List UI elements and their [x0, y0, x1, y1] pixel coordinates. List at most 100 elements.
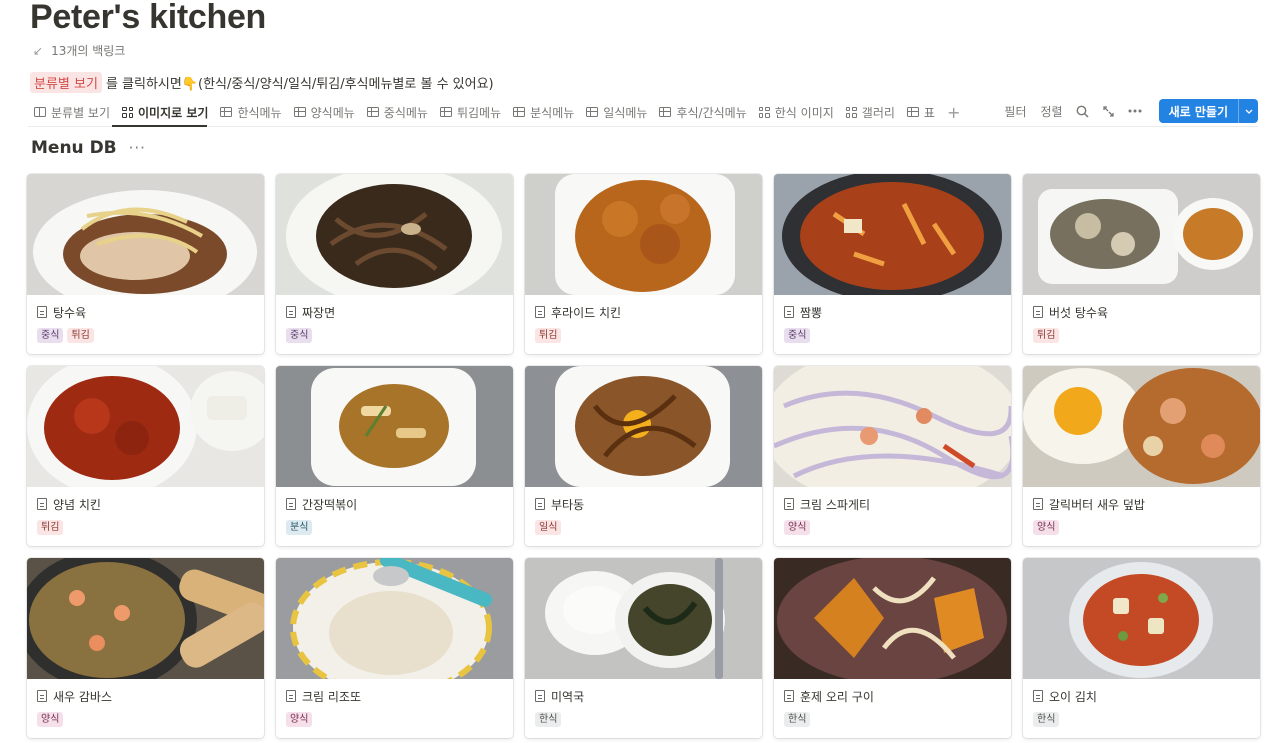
- gallery-grid: 탕수육 중식 튀김 짜장면 중식 후라이드 치킨 튀김 짬뽕 중식 버섯 탕수육 튀김 양념 치킨 튀김…: [27, 174, 1260, 738]
- card-title[interactable]: 새우 감바스: [37, 688, 254, 704]
- card-title[interactable]: 크림 스파게티: [784, 496, 1001, 512]
- card-title-text: 후라이드 치킨: [551, 305, 622, 320]
- tab-snack-menu[interactable]: 분식메뉴: [507, 98, 580, 126]
- card-title-text: 양념 치킨: [53, 497, 101, 512]
- table-icon: [439, 107, 452, 117]
- view-toolbar: 필터 정렬 새로 만들기: [1002, 99, 1258, 123]
- tabs-divider: [28, 126, 1258, 127]
- page-description: 분류별 보기 를 클릭하시면👇(한식/중식/양식/일식/튀김/후식메뉴별로 볼 …: [30, 72, 494, 93]
- card-image: [27, 174, 264, 295]
- card-tags: 양식: [1033, 520, 1250, 535]
- table-icon: [659, 107, 672, 117]
- backlinks-label: 13개의 백링크: [51, 44, 126, 58]
- gallery-card[interactable]: 훈제 오리 구이 한식: [774, 558, 1011, 738]
- page-icon: [535, 306, 545, 318]
- active-tab-underline: [112, 125, 207, 127]
- gallery-card[interactable]: 짜장면 중식: [276, 174, 513, 354]
- card-body: 크림 리조또양식: [276, 679, 513, 727]
- tab-korean-images[interactable]: 한식 이미지: [753, 98, 840, 126]
- tab-label: 양식메뉴: [310, 105, 355, 120]
- table-icon: [366, 107, 379, 117]
- tab-korean-menu[interactable]: 한식메뉴: [214, 98, 287, 126]
- chevron-down-icon[interactable]: [1238, 99, 1258, 123]
- tag-badge: 튀김: [67, 328, 94, 343]
- page-icon: [1033, 690, 1043, 702]
- card-title[interactable]: 버섯 탕수육: [1033, 304, 1250, 320]
- tab-category-view[interactable]: 분류별 보기: [28, 98, 116, 126]
- page-icon: [37, 690, 47, 702]
- card-title[interactable]: 훈제 오리 구이: [784, 688, 1001, 704]
- tab-label: 한식 이미지: [774, 105, 834, 120]
- filter-button[interactable]: 필터: [1002, 103, 1028, 120]
- card-title-text: 크림 리조또: [302, 689, 362, 704]
- tab-fried-menu[interactable]: 튀김메뉴: [434, 98, 507, 126]
- view-tabs: 분류별 보기 이미지로 보기 한식메뉴 양식메뉴 중식메뉴 튀김메뉴 분식메뉴 …: [28, 98, 966, 126]
- card-title[interactable]: 간장떡볶이: [286, 496, 503, 512]
- gallery-card[interactable]: 새우 감바스 양식: [27, 558, 264, 738]
- card-body: 양념 치킨튀김: [27, 487, 264, 535]
- expand-icon[interactable]: [1101, 103, 1117, 119]
- card-image: [276, 174, 513, 295]
- card-title-text: 훈제 오리 구이: [800, 689, 874, 704]
- card-body: 짬뽕중식: [774, 295, 1011, 343]
- page-icon: [286, 498, 296, 510]
- gallery-card[interactable]: 양념 치킨튀김: [27, 366, 264, 546]
- database-more-icon[interactable]: ···: [129, 139, 146, 157]
- tab-label: 갤러리: [861, 105, 895, 120]
- card-tags: 중식: [784, 328, 1001, 343]
- tab-label: 중식메뉴: [383, 105, 428, 120]
- card-title[interactable]: 짬뽕: [784, 304, 1001, 320]
- gallery-card[interactable]: 간장떡볶이 분식: [276, 366, 513, 546]
- page-title: Peter's kitchen: [30, 0, 267, 36]
- card-body: 버섯 탕수육 튀김: [1023, 295, 1260, 343]
- gallery-card[interactable]: 갈릭버터 새우 덮밥양식: [1023, 366, 1260, 546]
- card-title[interactable]: 갈릭버터 새우 덮밥: [1033, 496, 1250, 512]
- table-icon: [906, 107, 919, 117]
- more-options-icon[interactable]: [1127, 103, 1143, 119]
- card-title[interactable]: 탕수육: [37, 304, 254, 320]
- gallery-card[interactable]: 탕수육중식 튀김: [27, 174, 264, 354]
- card-title-text: 짬뽕: [800, 305, 823, 320]
- card-title[interactable]: 짜장면: [286, 304, 503, 320]
- card-title[interactable]: 부타동: [535, 496, 752, 512]
- table-icon: [586, 107, 599, 117]
- tab-image-view[interactable]: 이미지로 보기: [116, 98, 214, 126]
- page-icon: [1033, 306, 1043, 318]
- gallery-icon: [845, 106, 857, 118]
- card-title[interactable]: 오이 김치: [1033, 688, 1250, 704]
- tab-dessert-menu[interactable]: 후식/간식메뉴: [653, 98, 752, 126]
- sort-button[interactable]: 정렬: [1039, 103, 1065, 120]
- tag-badge: 튀김: [37, 520, 64, 535]
- page-icon: [535, 690, 545, 702]
- database-title-text[interactable]: Menu DB: [31, 138, 117, 158]
- card-tags: 중식 튀김: [37, 328, 254, 343]
- gallery-card[interactable]: 오이 김치 한식: [1023, 558, 1260, 738]
- gallery-card[interactable]: 버섯 탕수육 튀김: [1023, 174, 1260, 354]
- gallery-card[interactable]: 짬뽕중식: [774, 174, 1011, 354]
- add-view-icon[interactable]: +: [941, 103, 966, 122]
- tag-badge: 양식: [286, 712, 313, 727]
- card-title[interactable]: 미역국: [535, 688, 752, 704]
- gallery-card[interactable]: 부타동 일식: [525, 366, 762, 546]
- gallery-card[interactable]: 후라이드 치킨 튀김: [525, 174, 762, 354]
- card-title-text: 짜장면: [302, 305, 336, 320]
- tab-japanese-menu[interactable]: 일식메뉴: [580, 98, 653, 126]
- tab-gallery[interactable]: 갤러리: [840, 98, 901, 126]
- new-button[interactable]: 새로 만들기: [1158, 99, 1258, 123]
- card-title[interactable]: 후라이드 치킨: [535, 304, 752, 320]
- tab-western-menu[interactable]: 양식메뉴: [288, 98, 361, 126]
- card-title-text: 새우 감바스: [53, 689, 113, 704]
- gallery-card[interactable]: 크림 스파게티 양식: [774, 366, 1011, 546]
- gallery-card[interactable]: 미역국한식: [525, 558, 762, 738]
- tab-table[interactable]: 표: [901, 98, 941, 126]
- tag-badge: 한식: [535, 712, 562, 727]
- card-body: 오이 김치 한식: [1023, 679, 1260, 727]
- tab-chinese-menu[interactable]: 중식메뉴: [361, 98, 434, 126]
- gallery-card[interactable]: 크림 리조또양식: [276, 558, 513, 738]
- tab-label: 표: [923, 105, 935, 120]
- card-title[interactable]: 크림 리조또: [286, 688, 503, 704]
- search-icon[interactable]: [1075, 103, 1091, 119]
- card-body: 후라이드 치킨 튀김: [525, 295, 762, 343]
- backlinks[interactable]: ↙ 13개의 백링크: [33, 42, 125, 59]
- card-title[interactable]: 양념 치킨: [37, 496, 254, 512]
